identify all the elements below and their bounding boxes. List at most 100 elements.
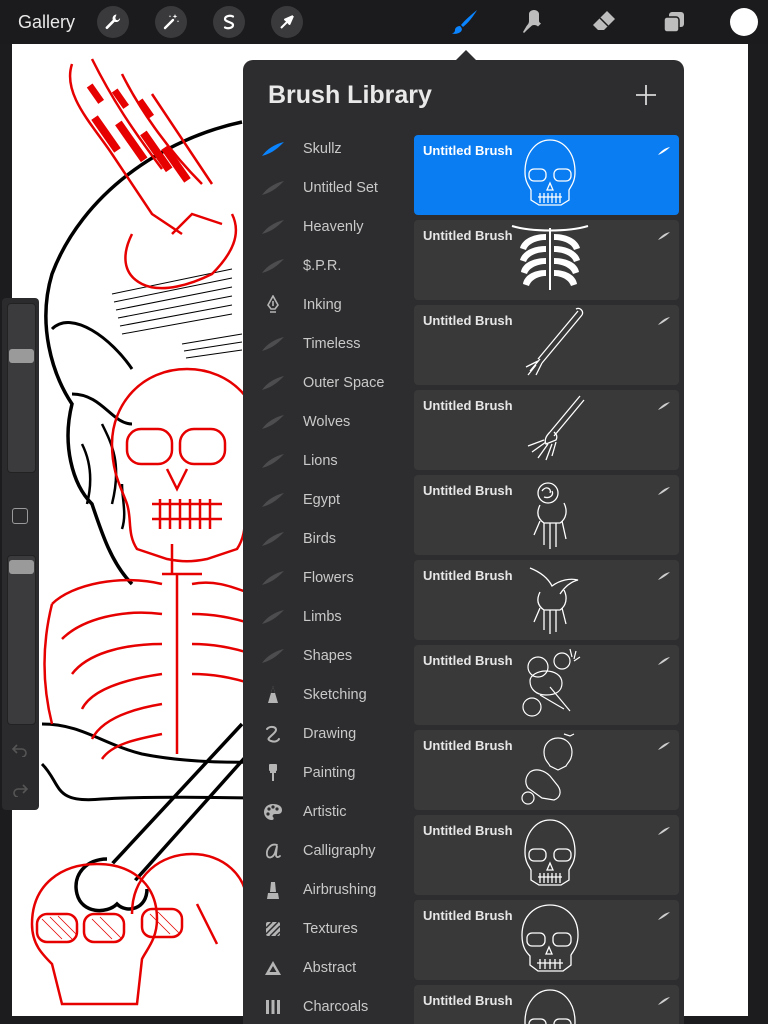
brush-set-item[interactable]: Flowers bbox=[257, 559, 407, 598]
brush-stroke-preview bbox=[510, 392, 590, 470]
stroke-icon bbox=[261, 645, 285, 667]
brush-stroke-preview bbox=[510, 222, 590, 300]
brush-set-item[interactable]: Limbs bbox=[257, 598, 407, 637]
brush-card[interactable]: Untitled Brush bbox=[414, 730, 679, 810]
triangle-icon bbox=[261, 957, 285, 979]
brush-set-label: Airbrushing bbox=[303, 882, 377, 898]
brush-stroke-icon bbox=[657, 313, 671, 325]
plus-icon[interactable] bbox=[633, 82, 659, 108]
brush-set-item[interactable]: Outer Space bbox=[257, 364, 407, 403]
brush-set-item[interactable]: Heavenly bbox=[257, 208, 407, 247]
wrench-icon[interactable] bbox=[97, 6, 129, 38]
brush-card[interactable]: Untitled Brush bbox=[414, 560, 679, 640]
brush-set-label: $.P.R. bbox=[303, 258, 342, 274]
brush-stroke-preview bbox=[510, 647, 590, 725]
stroke-icon bbox=[261, 255, 285, 277]
stroke-icon bbox=[261, 567, 285, 589]
modify-button[interactable] bbox=[12, 508, 28, 524]
magic-wand-icon[interactable] bbox=[155, 6, 187, 38]
brush-set-label: Untitled Set bbox=[303, 180, 378, 196]
stroke-icon bbox=[261, 216, 285, 238]
brush-card[interactable]: Untitled Brush bbox=[414, 390, 679, 470]
brush-set-item[interactable]: Sketching bbox=[257, 676, 407, 715]
brush-size-thumb[interactable] bbox=[9, 349, 34, 363]
brush-stroke-icon bbox=[657, 398, 671, 410]
top-toolbar: Gallery bbox=[0, 0, 768, 44]
brush-stroke-icon bbox=[657, 228, 671, 240]
palette-icon bbox=[261, 801, 285, 823]
gallery-button[interactable]: Gallery bbox=[18, 12, 75, 33]
brush-name: Untitled Brush bbox=[423, 483, 513, 498]
brush-set-item[interactable]: Drawing bbox=[257, 715, 407, 754]
brush-set-item[interactable]: $.P.R. bbox=[257, 247, 407, 286]
opacity-slider[interactable] bbox=[7, 555, 36, 725]
brush-set-item[interactable]: Painting bbox=[257, 754, 407, 793]
brush-name: Untitled Brush bbox=[423, 993, 513, 1008]
brush-stroke-icon bbox=[657, 908, 671, 920]
brush-card[interactable]: Untitled Brush bbox=[414, 900, 679, 980]
brush-set-label: Flowers bbox=[303, 570, 354, 586]
brush-card[interactable]: Untitled Brush bbox=[414, 645, 679, 725]
transform-arrow-icon[interactable] bbox=[271, 6, 303, 38]
brush-stroke-preview bbox=[510, 307, 590, 385]
brush-set-label: Painting bbox=[303, 765, 356, 781]
brush-card[interactable]: Untitled Brush bbox=[414, 220, 679, 300]
brush-set-label: Artistic bbox=[303, 804, 347, 820]
brush-stroke-icon bbox=[657, 823, 671, 835]
brush-set-item[interactable]: Shapes bbox=[257, 637, 407, 676]
smudge-tool-icon[interactable] bbox=[517, 6, 551, 38]
brush-set-item[interactable]: Wolves bbox=[257, 403, 407, 442]
brush-stroke-preview bbox=[510, 562, 590, 640]
squiggle-icon bbox=[261, 723, 285, 745]
brush-set-item[interactable]: Textures bbox=[257, 910, 407, 949]
brush-library-panel: Brush Library Skullz Untitled Set Heavenly… bbox=[243, 60, 684, 1024]
brush-card[interactable]: Untitled Brush bbox=[414, 475, 679, 555]
layers-icon[interactable] bbox=[657, 6, 691, 38]
brush-set-label: Shapes bbox=[303, 648, 353, 664]
charcoal-icon bbox=[261, 996, 285, 1018]
brush-set-item[interactable]: Inking bbox=[257, 286, 407, 325]
brush-set-item[interactable]: Birds bbox=[257, 520, 407, 559]
brush-card[interactable]: Untitled Brush bbox=[414, 135, 679, 215]
brush-card[interactable]: Untitled Brush bbox=[414, 815, 679, 895]
brush-name: Untitled Brush bbox=[423, 823, 513, 838]
brush-set-item[interactable]: Airbrushing bbox=[257, 871, 407, 910]
brush-set-item[interactable]: Timeless bbox=[257, 325, 407, 364]
brush-card[interactable]: Untitled Brush bbox=[414, 305, 679, 385]
selection-s-icon[interactable] bbox=[213, 6, 245, 38]
undo-icon[interactable] bbox=[11, 743, 28, 762]
brush-set-item[interactable]: Skullz bbox=[257, 130, 407, 169]
feather-icon bbox=[261, 138, 285, 160]
stroke-icon bbox=[261, 450, 285, 472]
brush-set-label: Lions bbox=[303, 453, 338, 469]
brush-set-item[interactable]: Egypt bbox=[257, 481, 407, 520]
opacity-thumb[interactable] bbox=[9, 560, 34, 574]
brush-set-item[interactable]: Calligraphy bbox=[257, 832, 407, 871]
redo-icon[interactable] bbox=[12, 783, 29, 802]
color-picker-button[interactable] bbox=[730, 8, 758, 36]
brush-tool-icon[interactable] bbox=[448, 6, 482, 38]
brush-name: Untitled Brush bbox=[423, 398, 513, 413]
brush-name: Untitled Brush bbox=[423, 313, 513, 328]
brush-set-item[interactable]: Artistic bbox=[257, 793, 407, 832]
brush-name: Untitled Brush bbox=[423, 738, 513, 753]
brush-stroke-icon bbox=[657, 483, 671, 495]
brush-set-item[interactable]: Lions bbox=[257, 442, 407, 481]
brush-stroke-preview bbox=[510, 817, 590, 895]
brush-set-item[interactable]: Charcoals bbox=[257, 988, 407, 1024]
brush-set-item[interactable]: Untitled Set bbox=[257, 169, 407, 208]
brush-card[interactable]: Untitled Brush bbox=[414, 985, 679, 1024]
stroke-icon bbox=[261, 333, 285, 355]
brush-set-label: Drawing bbox=[303, 726, 357, 742]
brush-set-label: Skullz bbox=[303, 141, 342, 157]
brush-stroke-preview bbox=[510, 987, 590, 1024]
brush-size-slider[interactable] bbox=[7, 303, 36, 473]
brush-stroke-preview bbox=[510, 477, 590, 555]
brush-set-label: Abstract bbox=[303, 960, 357, 976]
brush-set-label: Limbs bbox=[303, 609, 342, 625]
eraser-tool-icon[interactable] bbox=[587, 6, 621, 38]
brush-set-item[interactable]: Abstract bbox=[257, 949, 407, 988]
paint-brush-icon bbox=[261, 762, 285, 784]
brush-stroke-preview bbox=[510, 902, 590, 980]
brush-name: Untitled Brush bbox=[423, 568, 513, 583]
